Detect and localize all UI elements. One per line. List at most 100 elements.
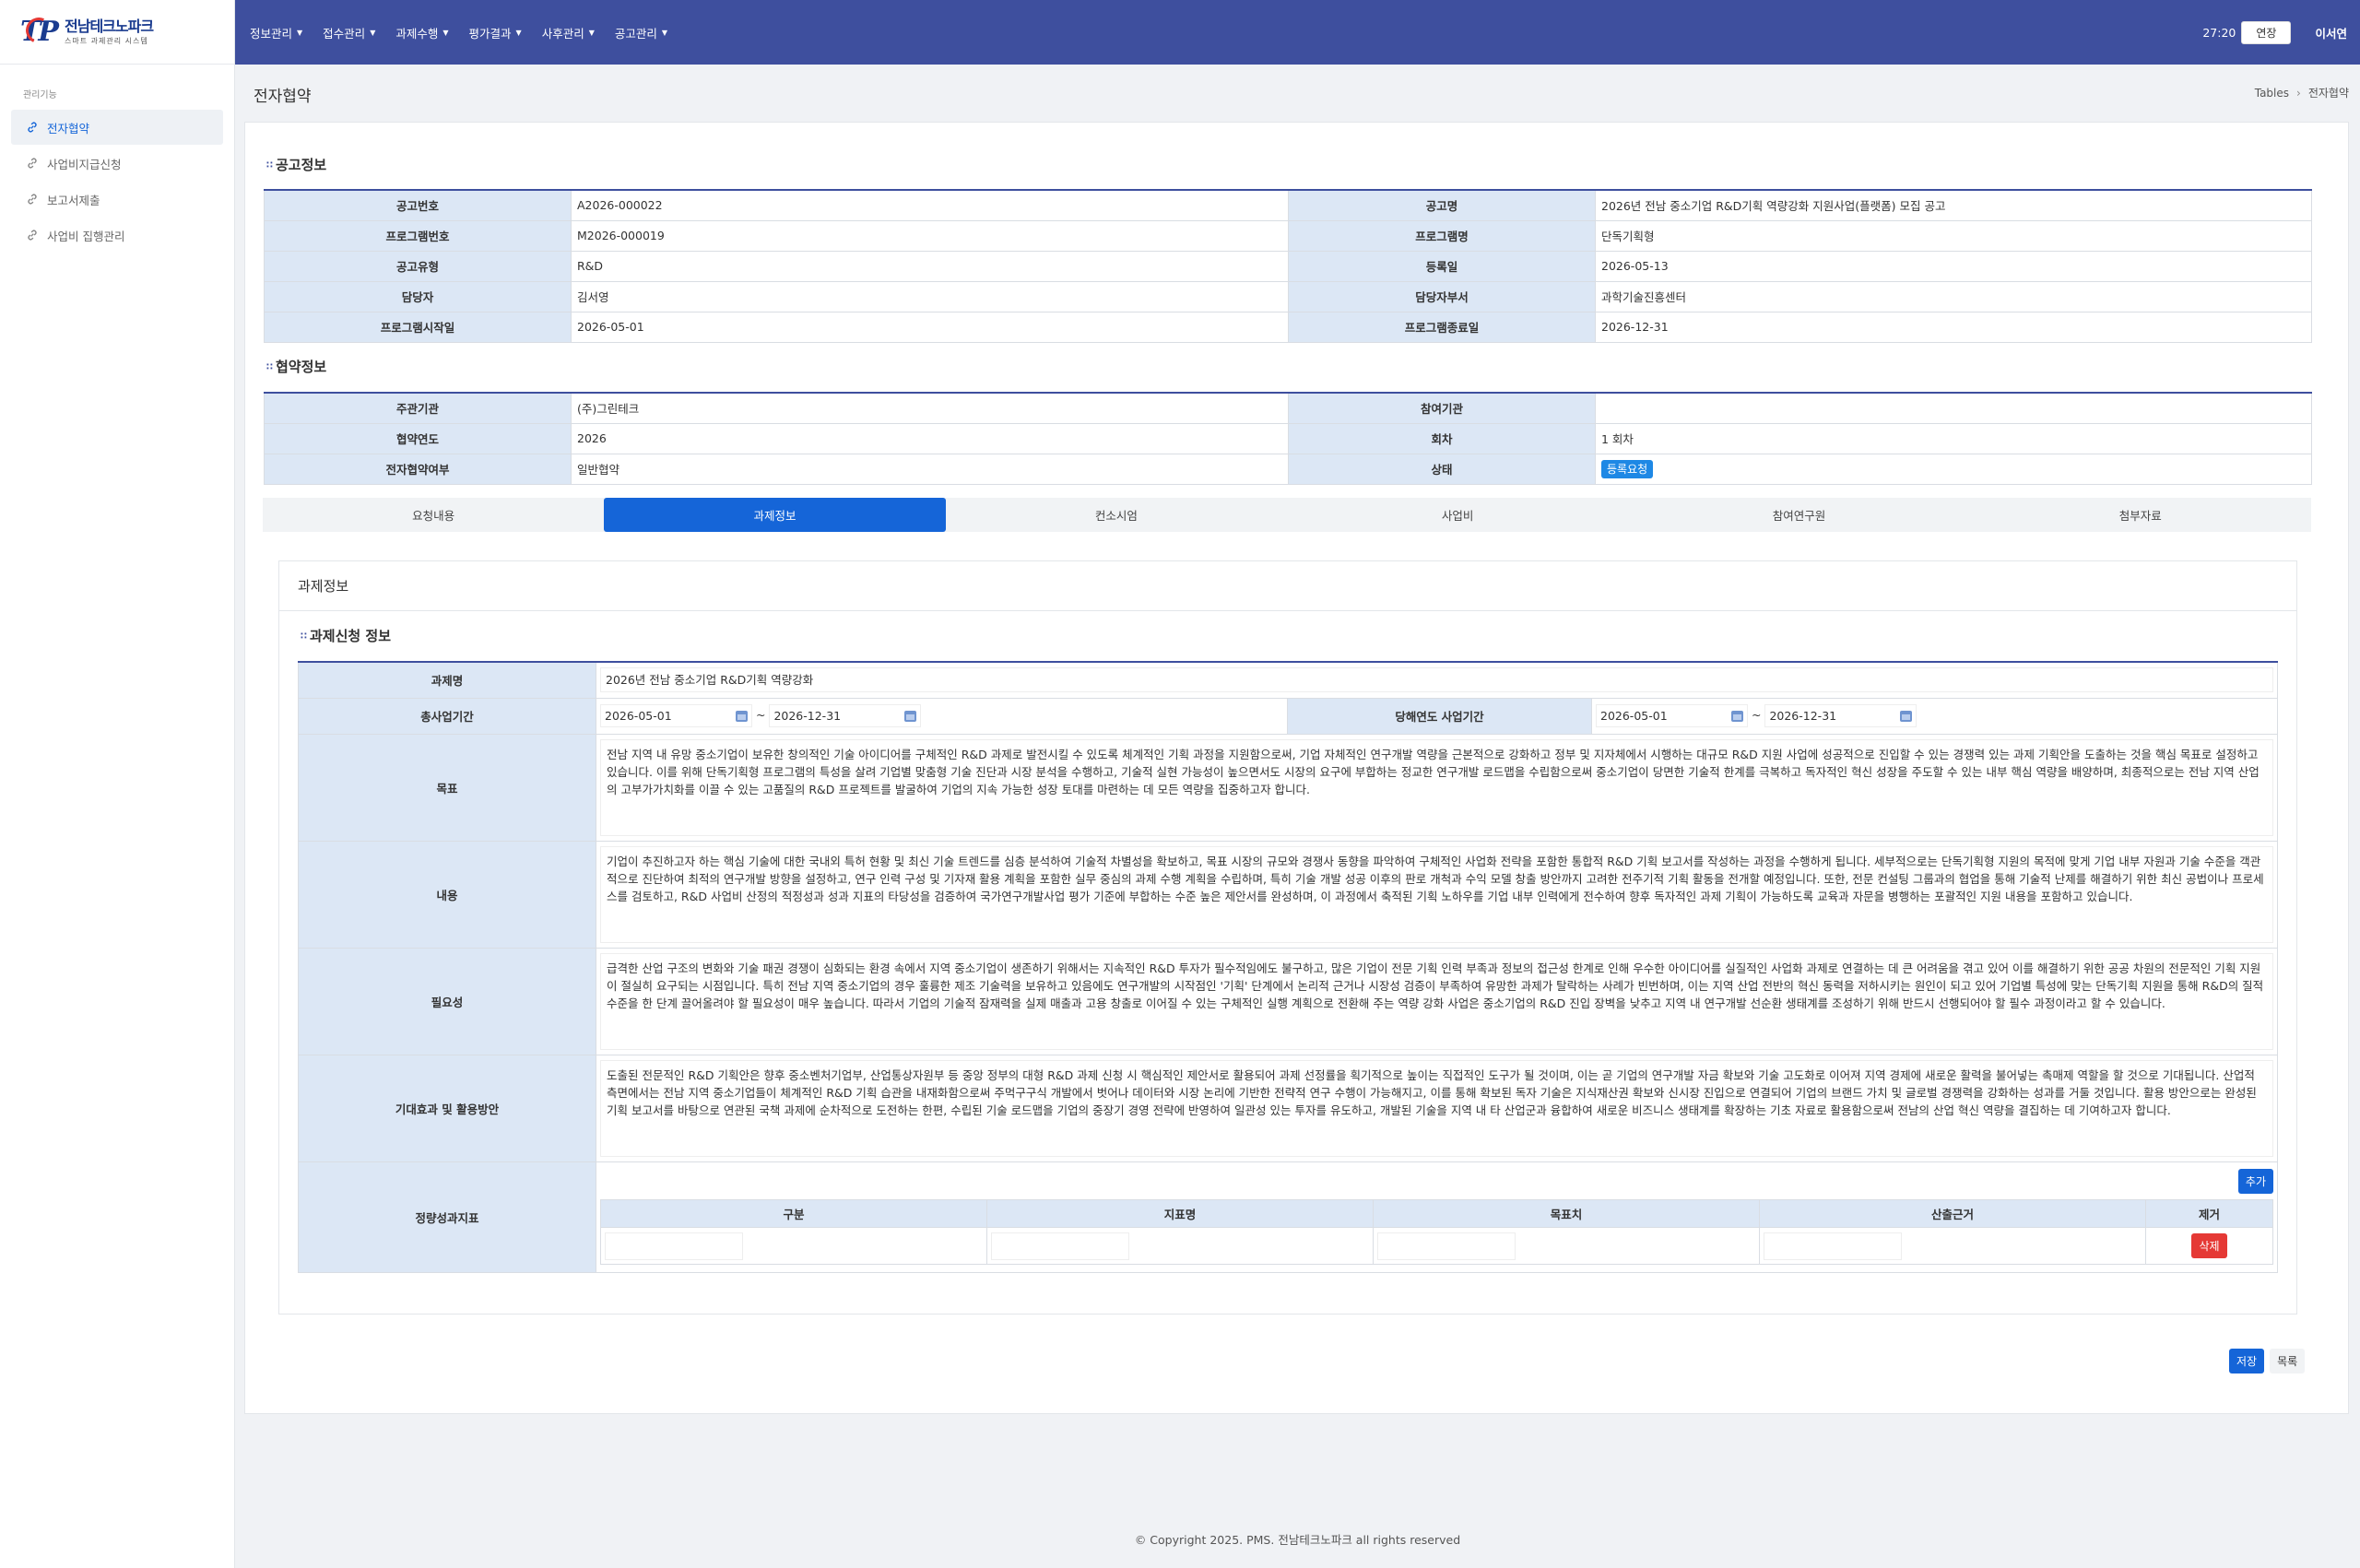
project-name-field[interactable]: 2026년 전남 중소기업 R&D기획 역량강화 (600, 667, 2273, 693)
logo-mark: TP (20, 13, 59, 48)
table-label: 목표 (298, 733, 596, 842)
table-row: 정량성과지표 추가 구분 지표명 목표치 산출근거 제거 삭제 (298, 1161, 2278, 1273)
link-icon (28, 158, 37, 169)
table-label: 총사업기간 (298, 697, 596, 735)
save-button[interactable]: 저장 (2229, 1349, 2265, 1373)
sidebar-item-label: 사업비 집행관리 (47, 229, 125, 243)
table-label: 필요성 (298, 947, 596, 1055)
table-label: 공고명 (1288, 189, 1596, 221)
table-row: 프로그램시작일 2026-05-01 프로그램종료일 2026-12-31 (264, 311, 2312, 343)
table-header-row: 구분 지표명 목표치 산출근거 제거 (600, 1199, 2273, 1228)
nav-info-management[interactable]: 정보관리 ▼ (250, 24, 302, 41)
column-header: 제거 (2145, 1199, 2273, 1228)
column-header: 산출근거 (1759, 1199, 2146, 1228)
extend-session-button[interactable]: 연장 (2241, 20, 2292, 44)
delete-indicator-button[interactable]: 삭제 (2191, 1233, 2227, 1258)
table-value: 2026 (571, 422, 1289, 454)
link-icon (28, 122, 37, 133)
table-row: 기대효과 및 활용방안 도출된 전문적인 R&D 기획안은 향후 중소벤처기업부… (298, 1054, 2278, 1162)
table-label: 정량성과지표 (298, 1161, 596, 1273)
calendar-icon[interactable] (1900, 710, 1913, 722)
chevron-down-icon: ▼ (442, 28, 449, 37)
table-value: 과학기술진흥센터 (1595, 280, 2312, 312)
sidebar-item-payment-request[interactable]: 사업비지급신청 (11, 146, 223, 181)
indicator-name-input[interactable] (991, 1232, 1129, 1260)
tab-attachments[interactable]: 첨부자료 (1970, 498, 2311, 532)
project-table: 과제명 2026년 전남 중소기업 R&D기획 역량강화 총사업기간 2026-… (298, 661, 2278, 1273)
table-value: 2026년 전남 중소기업 R&D기획 역량강화 지원사업(플랫폼) 모집 공고 (1595, 189, 2312, 221)
total-period-end-input[interactable]: 2026-12-31 (769, 704, 922, 727)
table-label: 협약연도 (264, 422, 572, 454)
brand-name: 전남테크노파크 (65, 17, 154, 35)
tab-request-content[interactable]: 요청내용 (263, 498, 604, 532)
table-row: 전자협약여부 일반협약 상태 등록요청 (264, 453, 2312, 485)
breadcrumb-item[interactable]: Tables (2255, 87, 2289, 100)
table-row: 주관기관 (주)그린테크 참여기관 (264, 392, 2312, 424)
link-icon (28, 230, 37, 241)
year-period-end-input[interactable]: 2026-12-31 (1764, 704, 1918, 727)
tab-consortium[interactable]: 컨소시엄 (946, 498, 1287, 532)
table-value: 2026-12-31 (1595, 311, 2312, 343)
table-value: 김서영 (571, 280, 1289, 312)
add-indicator-button[interactable]: 추가 (2237, 1169, 2273, 1194)
table-row: 필요성 급격한 산업 구조의 변화와 기술 패권 경쟁이 심화되는 환경 속에서… (298, 947, 2278, 1055)
table-label: 등록일 (1288, 250, 1596, 282)
table-row: 내용 기업이 추진하고자 하는 핵심 기술에 대한 국내외 특허 현황 및 최신… (298, 840, 2278, 949)
table-value: (주)그린테크 (571, 392, 1289, 424)
sidebar-item-report-submit[interactable]: 보고서제출 (11, 182, 223, 217)
calendar-icon[interactable] (1731, 710, 1743, 722)
total-period-start-input[interactable]: 2026-05-01 (600, 704, 752, 727)
target-value-input[interactable] (1377, 1232, 1516, 1260)
table-label: 공고유형 (264, 250, 572, 282)
tilde: ~ (755, 708, 766, 722)
table-label: 담당자 (264, 280, 572, 312)
project-section-title: ∷ 과제신청 정보 (301, 628, 391, 644)
table-value (1595, 392, 2312, 424)
tab-budget[interactable]: 사업비 (1287, 498, 1628, 532)
status-badge: 등록요청 (1601, 460, 1654, 478)
calendar-icon[interactable] (904, 710, 917, 722)
table-value: R&D (571, 250, 1289, 282)
user-name[interactable]: 이서연 (2315, 24, 2347, 41)
table-row: 담당자 김서영 담당자부서 과학기술진흥센터 (264, 280, 2312, 312)
table-label: 과제명 (298, 661, 596, 699)
sidebar-item-expense-management[interactable]: 사업비 집행관리 (11, 218, 223, 253)
table-row: 과제명 2026년 전남 중소기업 R&D기획 역량강화 (298, 661, 2278, 699)
session-timer: 27:20 (2202, 25, 2236, 40)
table-label: 당해연도 사업기간 (1287, 697, 1592, 735)
table-value: M2026-000019 (571, 219, 1289, 252)
content-textarea[interactable]: 기업이 추진하고자 하는 핵심 기술에 대한 국내외 특허 현황 및 최신 기술… (600, 845, 2273, 943)
table-label: 참여기관 (1288, 392, 1596, 424)
tab-researchers[interactable]: 참여연구원 (1628, 498, 1969, 532)
breadcrumb: Tables › 전자협약 (2255, 85, 2349, 100)
category-input[interactable] (605, 1232, 743, 1260)
column-header: 지표명 (986, 1199, 1374, 1228)
table-label: 프로그램번호 (264, 219, 572, 252)
necessity-textarea[interactable]: 급격한 산업 구조의 변화와 기술 패권 경쟁이 심화되는 환경 속에서 지역 … (600, 952, 2273, 1050)
sidebar-item-label: 사업비지급신청 (47, 157, 122, 171)
sidebar-item-label: 보고서제출 (47, 193, 100, 207)
sidebar-item-e-agreement[interactable]: 전자협약 (11, 110, 223, 145)
effect-textarea[interactable]: 도출된 전문적인 R&D 기획안은 향후 중소벤처기업부, 산업통상자원부 등 … (600, 1059, 2273, 1157)
table-row: 공고유형 R&D 등록일 2026-05-13 (264, 250, 2312, 282)
calculation-basis-input[interactable] (1764, 1232, 1902, 1260)
list-button[interactable]: 목록 (2270, 1349, 2306, 1373)
table-label: 내용 (298, 840, 596, 949)
nav-evaluation-results[interactable]: 평가결과 ▼ (469, 24, 522, 41)
table-value: A2026-000022 (571, 189, 1289, 221)
tab-project-info[interactable]: 과제정보 (604, 498, 946, 532)
logo[interactable]: TP 전남테크노파크 스마트 과제관리 시스템 (0, 0, 234, 65)
calendar-icon[interactable] (736, 710, 748, 722)
goal-textarea[interactable]: 전남 지역 내 유망 중소기업이 보유한 창의적인 기술 아이디어를 구체적인 … (600, 738, 2273, 836)
year-period-start-input[interactable]: 2026-05-01 (1596, 704, 1748, 727)
table-row: 목표 전남 지역 내 유망 중소기업이 보유한 창의적인 기술 아이디어를 구체… (298, 733, 2278, 842)
table-row: 공고번호 A2026-000022 공고명 2026년 전남 중소기업 R&D기… (264, 189, 2312, 221)
nav-application-management[interactable]: 접수관리 ▼ (323, 24, 375, 41)
sidebar-item-label: 전자협약 (47, 121, 90, 136)
nav-project-execution[interactable]: 과제수행 ▼ (395, 24, 448, 41)
nav-notice-management[interactable]: 공고관리 ▼ (615, 24, 667, 41)
tilde: ~ (1751, 708, 1762, 722)
brand-subtitle: 스마트 과제관리 시스템 (65, 36, 148, 45)
table-label: 주관기관 (264, 392, 572, 424)
nav-post-management[interactable]: 사후관리 ▼ (542, 24, 595, 41)
